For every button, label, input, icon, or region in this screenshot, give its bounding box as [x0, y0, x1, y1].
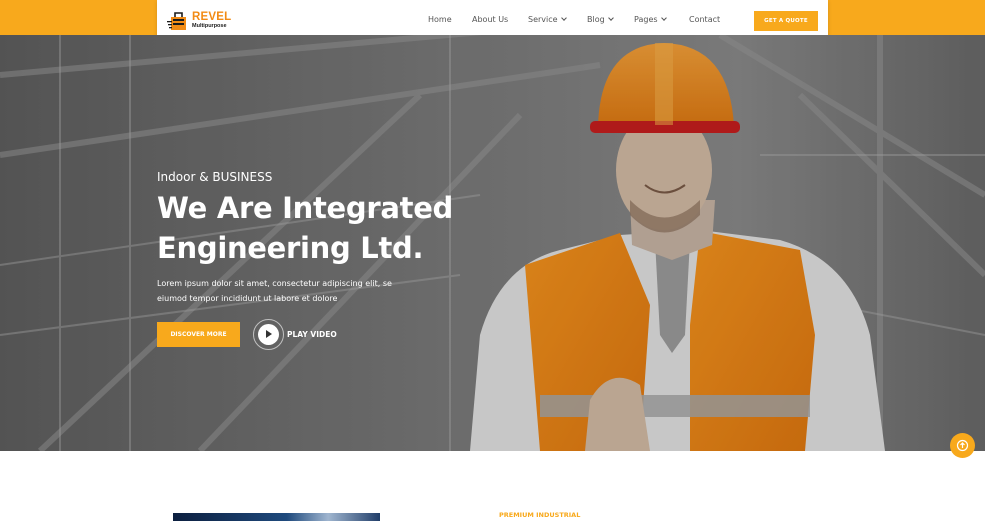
discover-more-button[interactable]: DISCOVER MORE — [157, 322, 240, 347]
industrial-image — [173, 513, 380, 521]
nav-item-blog[interactable]: Blog — [587, 15, 614, 24]
play-button-circle — [258, 324, 279, 345]
scroll-to-top-button[interactable] — [950, 433, 975, 458]
nav-item-pages[interactable]: Pages — [634, 15, 667, 24]
brand-name: REVEL — [192, 11, 232, 23]
hero-background-image — [0, 35, 985, 451]
nav-item-home[interactable]: Home — [428, 15, 452, 24]
play-icon — [266, 330, 272, 338]
nav-label: Blog — [587, 15, 605, 24]
hero-description: Lorem ipsum dolor sit amet, consectetur … — [157, 277, 397, 306]
play-video-label[interactable]: PLAY VIDEO — [287, 330, 337, 339]
nav-label: Pages — [634, 15, 658, 24]
brand-logo[interactable]: REVEL Multipurpose — [167, 8, 237, 34]
nav-label: Service — [528, 15, 558, 24]
nav-item-contact[interactable]: Contact — [689, 15, 720, 24]
hero-kicker: Indoor & BUSINESS — [157, 170, 273, 184]
nav-label: Contact — [689, 15, 721, 24]
arrow-up-icon — [956, 439, 969, 452]
nav-label: About Us — [472, 15, 509, 24]
brand-tagline: Multipurpose — [192, 23, 227, 29]
hero-description-line-2: eiumod tempor incididunt ut labore et do… — [157, 293, 338, 303]
get-a-quote-button[interactable]: GET A QUOTE — [754, 11, 818, 31]
hero-title-line-2: Engineering Ltd. — [157, 231, 424, 265]
chevron-down-icon — [560, 15, 567, 21]
nav-item-service[interactable]: Service — [528, 15, 567, 24]
hero-section: Indoor & BUSINESS We Are Integrated Engi… — [0, 35, 985, 451]
logo-mark-icon — [167, 12, 186, 30]
play-video-button[interactable] — [253, 319, 284, 350]
hero-title: We Are Integrated Engineering Ltd. — [157, 188, 457, 268]
hero-title-line-1: We Are Integrated — [157, 191, 454, 225]
hero-description-line-1: Lorem ipsum dolor sit amet, consectetur … — [157, 279, 392, 288]
chevron-down-icon — [660, 15, 667, 21]
nav-label: Home — [428, 15, 452, 24]
nav-item-about-us[interactable]: About Us — [472, 15, 508, 24]
section-eyebrow: PREMIUM INDUSTRIAL — [499, 511, 581, 519]
chevron-down-icon — [607, 15, 614, 21]
